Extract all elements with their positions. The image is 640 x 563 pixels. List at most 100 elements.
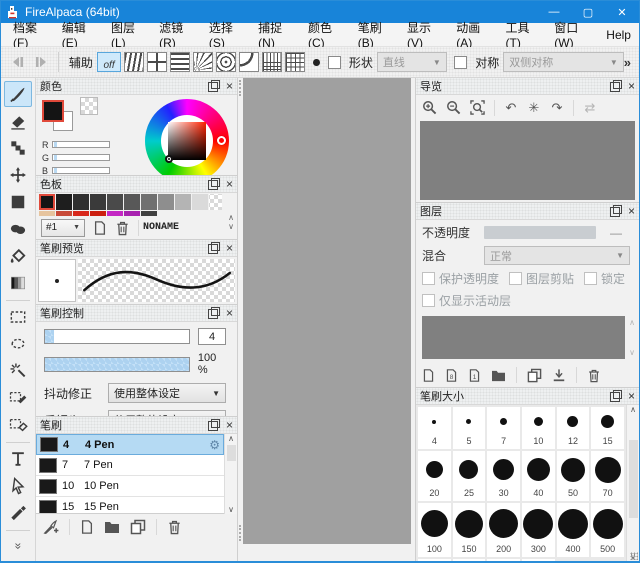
brush-size-partial[interactable] — [453, 559, 486, 561]
symmetry-checkbox[interactable] — [454, 56, 467, 69]
select-pen-tool[interactable] — [4, 385, 32, 411]
brush-list-item-7[interactable]: 77 Pen — [36, 455, 224, 476]
add-brush-icon[interactable] — [42, 519, 59, 535]
brush-size-5[interactable]: 5 — [453, 407, 486, 449]
new-8bit-layer-icon[interactable]: 8 — [445, 368, 458, 383]
new-layer-folder-icon[interactable] — [491, 369, 506, 382]
palette-add-icon[interactable] — [93, 220, 107, 236]
rotate-left-icon[interactable]: ↶ — [504, 100, 518, 116]
horizontal-lines-icon[interactable] — [170, 52, 190, 72]
float-panel-icon[interactable] — [208, 80, 220, 92]
color-wheel[interactable] — [145, 99, 229, 176]
brush-settings-gear-icon[interactable]: ⚙ — [209, 438, 220, 452]
parallel-lines-icon[interactable] — [124, 52, 144, 72]
brush-size-10[interactable]: 10 — [522, 407, 555, 449]
toolbar-overflow-button[interactable]: » — [624, 55, 633, 70]
brush-size-partial[interactable] — [418, 559, 451, 561]
assist-off-button[interactable]: off — [97, 52, 121, 72]
palette-swatch[interactable] — [39, 194, 55, 210]
palette-swatch[interactable] — [56, 211, 72, 216]
dot-indicator-icon[interactable] — [313, 59, 320, 66]
float-panel-icon[interactable] — [208, 419, 220, 431]
brush-opacity-slider[interactable] — [44, 357, 190, 372]
close-panel-icon[interactable]: × — [226, 80, 233, 92]
palette-swatch[interactable] — [39, 211, 55, 216]
brush-size-50[interactable]: 50 — [557, 451, 590, 501]
palette-swatch[interactable] — [107, 211, 123, 216]
resize-grip-icon[interactable] — [630, 552, 638, 560]
palette-swatch[interactable] — [73, 194, 89, 210]
antialias-select[interactable]: 使用整体设定 ▼ — [108, 410, 226, 417]
brush-tool[interactable] — [4, 81, 32, 107]
float-panel-icon[interactable] — [610, 390, 622, 402]
close-panel-icon[interactable]: × — [226, 242, 233, 254]
menu-item-12[interactable]: Help — [598, 25, 639, 45]
float-panel-icon[interactable] — [208, 307, 220, 319]
brush-size-25[interactable]: 25 — [453, 451, 486, 501]
brush-list-item-4[interactable]: 44 Pen⚙ — [36, 434, 224, 455]
palette-swatch[interactable] — [56, 194, 72, 210]
palette-swatch[interactable] — [141, 194, 157, 210]
rect-select-tool[interactable] — [4, 304, 32, 330]
brush-size-7[interactable]: 7 — [487, 407, 520, 449]
float-panel-icon[interactable] — [610, 80, 622, 92]
palette-swatch[interactable] — [73, 211, 89, 216]
palette-swatch[interactable] — [141, 211, 157, 216]
brush-size-value[interactable]: 4 — [198, 328, 226, 345]
undo-arrow-icon[interactable] — [7, 51, 29, 73]
g-slider[interactable] — [52, 154, 110, 161]
duplicate-brush-icon[interactable] — [130, 519, 146, 535]
palette-swatch[interactable] — [124, 194, 140, 210]
palette-swatch[interactable] — [107, 194, 123, 210]
palette-swatch[interactable] — [90, 194, 106, 210]
eraser-tool[interactable] — [4, 108, 32, 134]
layer-list[interactable] — [422, 316, 625, 359]
palette-swatch[interactable] — [158, 194, 174, 210]
protect-alpha-checkbox[interactable] — [422, 272, 435, 285]
float-panel-icon[interactable] — [208, 242, 220, 254]
brush-list-scroll-down-icon[interactable]: ∨ — [228, 505, 234, 514]
palette-set-select[interactable]: #1 ▼ — [41, 219, 85, 237]
palette-swatch[interactable] — [124, 211, 140, 216]
tools-collapse-button[interactable]: » — [11, 543, 25, 550]
close-panel-icon[interactable]: × — [226, 307, 233, 319]
radial-lines-icon[interactable] — [193, 52, 213, 72]
brush-size-12[interactable]: 12 — [557, 407, 590, 449]
layer-opacity-slider[interactable] — [484, 226, 596, 239]
brush-size-partial[interactable] — [487, 559, 520, 561]
new-brush-icon[interactable] — [80, 519, 94, 535]
brush-size-30[interactable]: 30 — [487, 451, 520, 501]
zoom-out-icon[interactable] — [446, 100, 461, 115]
flip-horizontal-icon[interactable]: ⇄ — [583, 100, 597, 116]
palette-delete-icon[interactable] — [115, 220, 130, 236]
lock-checkbox[interactable] — [584, 272, 597, 285]
palette-scroll-up-icon[interactable]: ∧ — [228, 213, 234, 222]
perspective-grid-icon[interactable] — [262, 52, 282, 72]
saturation-value-square[interactable] — [168, 122, 206, 160]
close-panel-icon[interactable]: × — [226, 178, 233, 190]
bucket-tool[interactable] — [4, 243, 32, 269]
palette-swatch[interactable] — [209, 194, 222, 210]
new-1bit-layer-icon[interactable]: 1 — [468, 368, 481, 383]
canvas-area[interactable] — [243, 78, 411, 544]
brush-size-scroll-thumb[interactable] — [629, 440, 638, 518]
curve-icon[interactable] — [239, 52, 259, 72]
cross-grid-icon[interactable] — [147, 52, 167, 72]
close-panel-icon[interactable]: × — [628, 390, 635, 402]
select-eraser-tool[interactable] — [4, 412, 32, 438]
close-panel-icon[interactable]: × — [628, 205, 635, 217]
blend-tool[interactable] — [4, 216, 32, 242]
palette-scroll-down-icon[interactable]: ∨ — [228, 222, 234, 231]
delete-layer-icon[interactable] — [587, 368, 601, 383]
transparent-color-swatch[interactable] — [80, 97, 98, 115]
zoom-in-icon[interactable] — [422, 100, 437, 115]
brush-size-400[interactable]: 400 — [557, 503, 590, 557]
brush-list-item-10[interactable]: 1010 Pen — [36, 476, 224, 497]
close-panel-icon[interactable]: × — [628, 80, 635, 92]
palette-swatch[interactable] — [175, 194, 191, 210]
magic-wand-tool[interactable] — [4, 358, 32, 384]
reset-rotation-icon[interactable]: ✳ — [527, 100, 541, 116]
palette-swatch[interactable] — [192, 194, 208, 210]
brush-list-item-15[interactable]: 1515 Pen — [36, 497, 224, 514]
dot-tool[interactable] — [4, 135, 32, 161]
